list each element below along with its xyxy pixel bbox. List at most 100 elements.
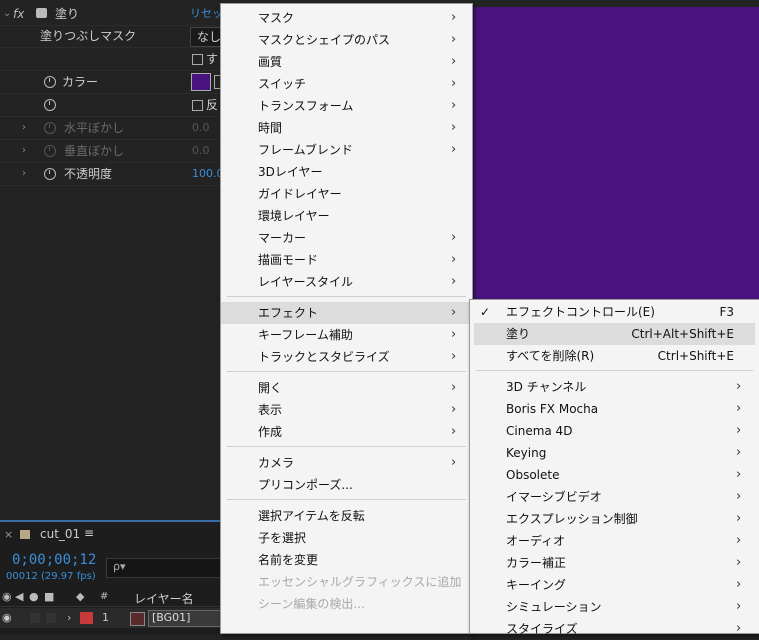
menu-item-label: 名前を変更	[258, 553, 319, 567]
menu-item-label: プリコンポーズ...	[258, 478, 353, 492]
menu-item[interactable]: 名前を変更	[221, 549, 472, 571]
chevron-right-icon: ›	[451, 32, 457, 47]
timeline-panel: × cut_01 ≡ 0;00;00;12 00012 (29.97 fps) …	[0, 520, 227, 634]
menu-item[interactable]: 3Dレイヤー	[221, 161, 472, 183]
submenu-item[interactable]: オーディオ ›	[470, 530, 759, 552]
menu-item-label: シーン編集の検出...	[258, 597, 365, 611]
effect-header-row[interactable]: ⌄ fx 塗り リセット	[0, 3, 234, 26]
menu-item[interactable]: マスク ›	[221, 7, 472, 29]
search-icon: ⍴▾	[113, 560, 126, 573]
menu-item[interactable]: レイヤースタイル ›	[221, 271, 472, 293]
submenu-item[interactable]: ✓ エフェクトコントロール(E) F3	[470, 301, 759, 323]
invert-checkbox[interactable]	[192, 100, 203, 111]
chevron-right-icon: ›	[736, 599, 742, 614]
chevron-right-icon[interactable]: ›	[22, 140, 26, 162]
layer-label-color[interactable]	[80, 612, 93, 624]
submenu-item-label: エフェクトコントロール(E)	[506, 305, 655, 319]
close-icon[interactable]: ×	[4, 528, 13, 541]
menu-item[interactable]: 表示 ›	[221, 399, 472, 421]
menu-item[interactable]: プリコンポーズ...	[221, 474, 472, 496]
menu-item[interactable]: マスクとシェイプのパス ›	[221, 29, 472, 51]
menu-item[interactable]: トラックとスタビライズ ›	[221, 346, 472, 368]
current-timecode[interactable]: 0;00;00;12	[12, 552, 96, 568]
submenu-item[interactable]: Cinema 4D ›	[470, 420, 759, 442]
chevron-right-icon[interactable]: ›	[22, 163, 26, 185]
submenu-item-label: スタイライズ	[506, 622, 578, 636]
submenu-item[interactable]: スタイライズ ›	[470, 618, 759, 640]
solo-icon[interactable]: ●	[29, 590, 39, 603]
stopwatch-icon[interactable]	[44, 76, 56, 88]
label-tag-icon[interactable]: ◆	[76, 590, 84, 603]
lock-toggle[interactable]	[46, 613, 56, 623]
menu-item-label: トラックとスタビライズ	[258, 350, 390, 364]
vertical-feather-label: 垂直ぼかし	[64, 144, 125, 158]
menu-item: シーン編集の検出...	[221, 593, 472, 615]
opacity-value[interactable]: 100.0	[192, 163, 224, 185]
chevron-right-icon[interactable]: ›	[67, 611, 71, 624]
color-swatch[interactable]	[191, 73, 211, 91]
vertical-feather-value: 0.0	[192, 144, 210, 157]
menu-item-label: マスクとシェイプのパス	[258, 33, 391, 47]
menu-item[interactable]: ガイドレイヤー	[221, 183, 472, 205]
menu-item[interactable]: 開く ›	[221, 377, 472, 399]
panel-menu-icon[interactable]: ≡	[84, 526, 94, 540]
menu-item-label: カメラ	[258, 456, 295, 470]
menu-item[interactable]: フレームブレンド ›	[221, 139, 472, 161]
menu-item[interactable]: 時間 ›	[221, 117, 472, 139]
audio-icon[interactable]: ◀	[15, 590, 23, 603]
submenu-item[interactable]: すべてを削除(R) Ctrl+Shift+E	[470, 345, 759, 367]
submenu-item[interactable]: 塗り Ctrl+Alt+Shift+E	[474, 323, 755, 345]
chevron-right-icon: ›	[451, 10, 457, 25]
eye-icon[interactable]: ◉	[2, 611, 12, 624]
menu-item[interactable]: カメラ ›	[221, 452, 472, 474]
submenu-item[interactable]: カラー補正 ›	[470, 552, 759, 574]
effect-controls-panel: ⌄ fx 塗り リセット 塗りつぶしマスク なし す カラー 反 › 水平ぼかし…	[0, 0, 238, 520]
menu-item[interactable]: 画質 ›	[221, 51, 472, 73]
comp-tab-name[interactable]: cut_01	[40, 527, 80, 541]
menu-item[interactable]: 選択アイテムを反転	[221, 505, 472, 527]
checkmark-icon: ✓	[480, 305, 491, 319]
menu-item[interactable]: トランスフォーム ›	[221, 95, 472, 117]
layer-row[interactable]: ◉ › 1 [BG01]	[0, 608, 227, 628]
horizontal-feather-row: › 水平ぼかし 0.0	[0, 117, 220, 140]
menu-item[interactable]: エフェクト ›	[221, 302, 472, 324]
menu-item[interactable]: マーカー ›	[221, 227, 472, 249]
menu-item[interactable]: 環境レイヤー	[221, 205, 472, 227]
fx-label[interactable]: fx	[13, 3, 24, 25]
submenu-item[interactable]: Keying ›	[470, 442, 759, 464]
video-visibility-icon[interactable]: ◉	[2, 590, 12, 603]
stopwatch-icon[interactable]	[44, 168, 56, 180]
menu-item[interactable]: 子を選択	[221, 527, 472, 549]
chevron-right-icon: ›	[451, 455, 457, 470]
menu-item[interactable]: スイッチ ›	[221, 73, 472, 95]
submenu-item[interactable]: 3D チャンネル ›	[470, 376, 759, 398]
submenu-item[interactable]: イマーシブビデオ ›	[470, 486, 759, 508]
shortcut-label: Ctrl+Alt+Shift+E	[631, 327, 734, 341]
chevron-down-icon[interactable]: ⌄	[3, 3, 11, 25]
menu-item-label: マーカー	[258, 231, 307, 245]
submenu-item[interactable]: Boris FX Mocha ›	[470, 398, 759, 420]
menu-item[interactable]: 作成 ›	[221, 421, 472, 443]
submenu-item[interactable]: エクスプレッション制御 ›	[470, 508, 759, 530]
submenu-item[interactable]: キーイング ›	[470, 574, 759, 596]
invert-label: 反	[206, 98, 219, 112]
solo-toggle[interactable]	[30, 613, 40, 623]
chevron-right-icon: ›	[736, 621, 742, 636]
submenu-item[interactable]: シミュレーション ›	[470, 596, 759, 618]
menu-item-label: フレームブレンド	[258, 143, 353, 157]
submenu-item-label: オーディオ	[506, 534, 566, 548]
stopwatch-icon[interactable]	[44, 99, 56, 111]
lock-icon[interactable]: ■	[44, 590, 54, 603]
chevron-right-icon[interactable]: ›	[22, 117, 26, 139]
all-masks-checkbox[interactable]	[192, 54, 203, 65]
layer-number: 1	[102, 611, 109, 624]
layer-name[interactable]: [BG01]	[148, 610, 227, 627]
layer-search-input[interactable]: ⍴▾	[106, 558, 224, 578]
composition-viewer[interactable]	[470, 0, 759, 300]
effect-name: 塗り	[55, 7, 80, 21]
menu-item[interactable]: 描画モード ›	[221, 249, 472, 271]
menu-item[interactable]: キーフレーム補助 ›	[221, 324, 472, 346]
frame-count: 00012 (29.97 fps)	[6, 571, 96, 582]
solid-layer-icon	[130, 612, 145, 626]
submenu-item[interactable]: Obsolete ›	[470, 464, 759, 486]
